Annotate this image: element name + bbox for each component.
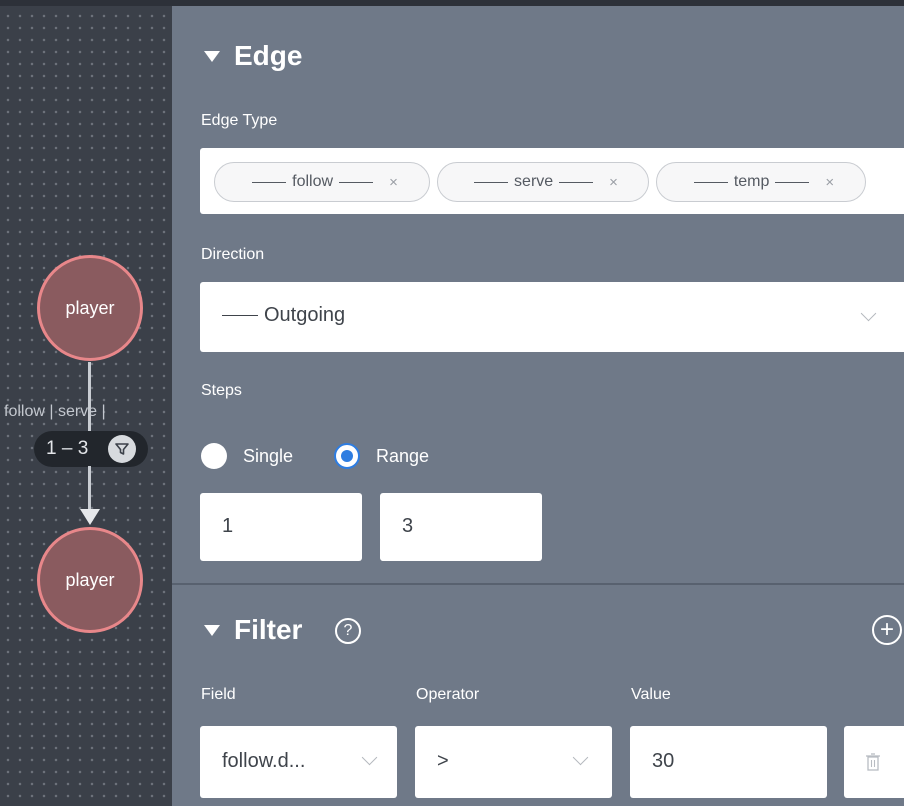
edge-line-icon xyxy=(222,315,258,316)
step-min-input[interactable]: 1 xyxy=(200,493,362,561)
edge-type-tag-temp[interactable]: temp × xyxy=(656,162,866,202)
close-icon[interactable]: × xyxy=(825,174,834,191)
delete-filter-button[interactable] xyxy=(844,726,904,798)
graph-node-source[interactable]: player xyxy=(37,255,143,361)
chevron-down-icon xyxy=(572,749,589,766)
collapse-triangle-icon xyxy=(204,624,220,636)
edge-line[interactable] xyxy=(88,466,91,513)
node-label: player xyxy=(65,297,115,318)
filter-value-text: 30 xyxy=(652,750,675,772)
edge-line-icon xyxy=(339,181,374,183)
help-circle-icon[interactable]: ? xyxy=(335,618,361,644)
node-label: player xyxy=(65,569,115,590)
filter-section-header[interactable]: Filter xyxy=(204,614,302,646)
step-max-input[interactable]: 3 xyxy=(380,493,542,561)
step-max-value: 3 xyxy=(402,515,414,537)
field-select-value: follow.d... xyxy=(222,750,306,772)
steps-label: Steps xyxy=(201,382,242,399)
edge-line-icon xyxy=(693,181,728,183)
edge-section-header[interactable]: Edge xyxy=(204,40,302,72)
filter-section-title: Filter xyxy=(234,614,303,645)
filter-funnel-icon[interactable] xyxy=(108,435,136,463)
edge-line-icon xyxy=(775,181,810,183)
graph-canvas[interactable]: player follow | serve | 1 – 3 player xyxy=(0,0,172,806)
tag-label: temp xyxy=(733,173,770,190)
edge-label: follow | serve | xyxy=(4,403,106,420)
single-radio[interactable] xyxy=(201,443,227,469)
filter-value-input[interactable]: 30 xyxy=(630,726,827,798)
range-radio[interactable] xyxy=(334,443,360,469)
chevron-down-icon xyxy=(361,749,378,766)
field-label: Field xyxy=(201,686,236,703)
edge-arrow-head xyxy=(80,509,100,525)
operator-select-value: > xyxy=(437,750,449,772)
close-icon[interactable]: × xyxy=(389,174,398,191)
edge-type-tag-follow[interactable]: follow × xyxy=(214,162,430,202)
tag-label: follow xyxy=(292,173,334,190)
direction-value: Outgoing xyxy=(222,304,345,327)
edge-settings-panel: Edge Edge Type follow × serve × temp × D… xyxy=(172,0,904,806)
field-select[interactable]: follow.d... xyxy=(200,726,397,798)
edge-line[interactable] xyxy=(88,362,91,432)
edge-type-tag-serve[interactable]: serve × xyxy=(437,162,649,202)
single-radio-label: Single xyxy=(243,446,294,466)
graph-node-target[interactable]: player xyxy=(37,527,143,633)
plus-circle-icon[interactable]: + xyxy=(872,615,902,645)
trash-icon xyxy=(866,753,880,771)
edge-line-icon xyxy=(474,181,509,183)
step-min-value: 1 xyxy=(222,515,234,537)
direction-value-text: Outgoing xyxy=(264,304,346,326)
operator-select[interactable]: > xyxy=(415,726,612,798)
edge-line-icon xyxy=(252,181,287,183)
section-divider xyxy=(172,583,904,585)
close-icon[interactable]: × xyxy=(609,174,618,191)
edge-type-select[interactable]: follow × serve × temp × xyxy=(200,148,904,214)
chevron-down-icon xyxy=(860,305,877,322)
range-radio-label: Range xyxy=(376,446,430,466)
direction-select[interactable]: Outgoing xyxy=(200,282,904,352)
edge-line-icon xyxy=(559,181,594,183)
collapse-triangle-icon xyxy=(204,50,220,62)
edge-type-label: Edge Type xyxy=(201,112,278,129)
operator-label: Operator xyxy=(416,686,480,703)
edge-step-range: 1 – 3 xyxy=(46,438,89,459)
direction-label: Direction xyxy=(201,246,265,263)
value-label: Value xyxy=(631,686,671,703)
tag-label: serve xyxy=(514,173,554,190)
edge-section-title: Edge xyxy=(234,40,303,71)
